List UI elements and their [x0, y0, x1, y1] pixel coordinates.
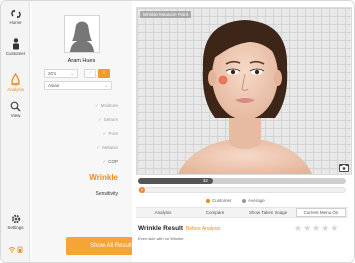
check-icon: ✓	[97, 117, 102, 122]
menu-item-cop[interactable]: ✓ COP	[102, 159, 118, 165]
menu-item-label: Sebum	[103, 117, 118, 122]
nav-home[interactable]: Home	[1, 9, 30, 25]
nav-customer[interactable]: Customer	[1, 38, 30, 56]
gender-male-toggle[interactable]: ♂	[84, 69, 96, 78]
chevron-down-icon: ⌄	[70, 71, 74, 76]
result-title-text: Wrinkle Result	[138, 225, 184, 232]
history-marker[interactable]: 2	[139, 187, 145, 193]
menu-item-sebum[interactable]: ✓ Sebum	[98, 117, 118, 123]
star-icon: ★	[321, 223, 331, 233]
menu-item-sensitivity[interactable]: Sensitivity	[95, 191, 118, 197]
camera-icon	[340, 165, 348, 171]
legend: Customer Average	[206, 198, 265, 203]
result-status: Before Analysis	[186, 226, 221, 232]
nav-settings-label: Settings	[7, 225, 24, 230]
status-indicators	[1, 246, 30, 253]
home-icon	[10, 9, 21, 19]
nav-view[interactable]: View	[1, 101, 30, 118]
star-icon: ★	[330, 223, 340, 233]
menu-item-pore[interactable]: ✓ Pore	[103, 131, 118, 137]
nav-analysis-label: Analysis	[7, 87, 24, 92]
menu-item-wrinkle[interactable]: Wrinkle	[89, 173, 118, 182]
history-track[interactable]: 2	[138, 187, 346, 193]
ethnicity-select[interactable]: Asian ⌄	[44, 81, 112, 90]
age-value: 20's	[48, 71, 57, 76]
drop-icon	[10, 73, 21, 86]
result-title: Wrinkle Result Before Analysis	[138, 225, 221, 232]
nav-home-label: Home	[9, 20, 22, 25]
nav-customer-label: Customer	[5, 51, 26, 56]
gear-icon	[11, 214, 20, 224]
age-select[interactable]: 20's ⌄	[44, 69, 78, 78]
nav-rail: Home Customer Analysis View Settings	[1, 1, 30, 262]
legend-customer-label: Customer	[212, 198, 232, 203]
star-icon: ★	[294, 223, 304, 233]
menu-item-label: COP	[108, 159, 118, 164]
menu-item-label: Melanin	[102, 145, 118, 150]
star-icon: ★	[312, 223, 322, 233]
nav-view-label: View	[10, 113, 21, 118]
check-icon: ✓	[102, 131, 107, 136]
result-description: Even skin with no Wrinkle.	[138, 236, 185, 241]
app-window: Home Customer Analysis View Settings Ara…	[0, 0, 355, 263]
current-menu-on-button[interactable]: Current Menu On	[296, 208, 346, 217]
nav-settings[interactable]: Settings	[1, 214, 30, 230]
legend-average-label: Average	[248, 198, 265, 203]
wifi-battery-icon	[8, 246, 22, 253]
check-icon: ✓	[96, 145, 101, 150]
star-icon: ★	[303, 223, 313, 233]
show-taken-image-tab[interactable]: Show Taken Image	[242, 208, 294, 217]
nav-analysis[interactable]: Analysis	[1, 73, 30, 92]
rating-stars: ★★★★★	[294, 223, 339, 234]
chevron-down-icon: ⌄	[104, 83, 108, 88]
score-slider[interactable]: 32	[138, 178, 346, 184]
customer-legend-dot	[206, 198, 210, 203]
action-bar: Analysis Compare Show Taken Image Curren…	[136, 207, 348, 218]
check-icon: ✓	[102, 159, 107, 164]
compare-tab[interactable]: Compare	[190, 208, 240, 217]
avatar[interactable]	[64, 15, 100, 53]
avatar-silhouette-icon	[70, 21, 94, 52]
face-view: Wrinkle Measure Point	[136, 7, 352, 175]
menu-item-label: Pore	[108, 131, 118, 136]
ethnicity-value: Asian	[48, 83, 60, 88]
camera-button[interactable]	[339, 164, 349, 172]
menu-item-melanin[interactable]: ✓ Melanin	[96, 145, 118, 151]
magnifier-icon	[10, 101, 21, 112]
profile-panel: Aram Hues 20's ⌄ ♂ ♀ Asian ⌄ ✓ Moisture ✓…	[31, 1, 159, 262]
customer-name: Aram Hues	[67, 58, 96, 64]
person-icon	[12, 38, 19, 50]
menu-item-label: Moisture	[100, 103, 118, 108]
average-legend-dot	[242, 198, 247, 203]
menu-item-moisture[interactable]: ✓ Moisture	[95, 103, 118, 109]
face-illustration	[177, 20, 313, 174]
analysis-tab[interactable]: Analysis	[138, 208, 188, 217]
score-slider-fill	[138, 178, 213, 184]
score-value: 32	[202, 178, 208, 183]
gender-female-toggle[interactable]: ♀	[98, 69, 110, 78]
check-icon: ✓	[94, 103, 99, 108]
